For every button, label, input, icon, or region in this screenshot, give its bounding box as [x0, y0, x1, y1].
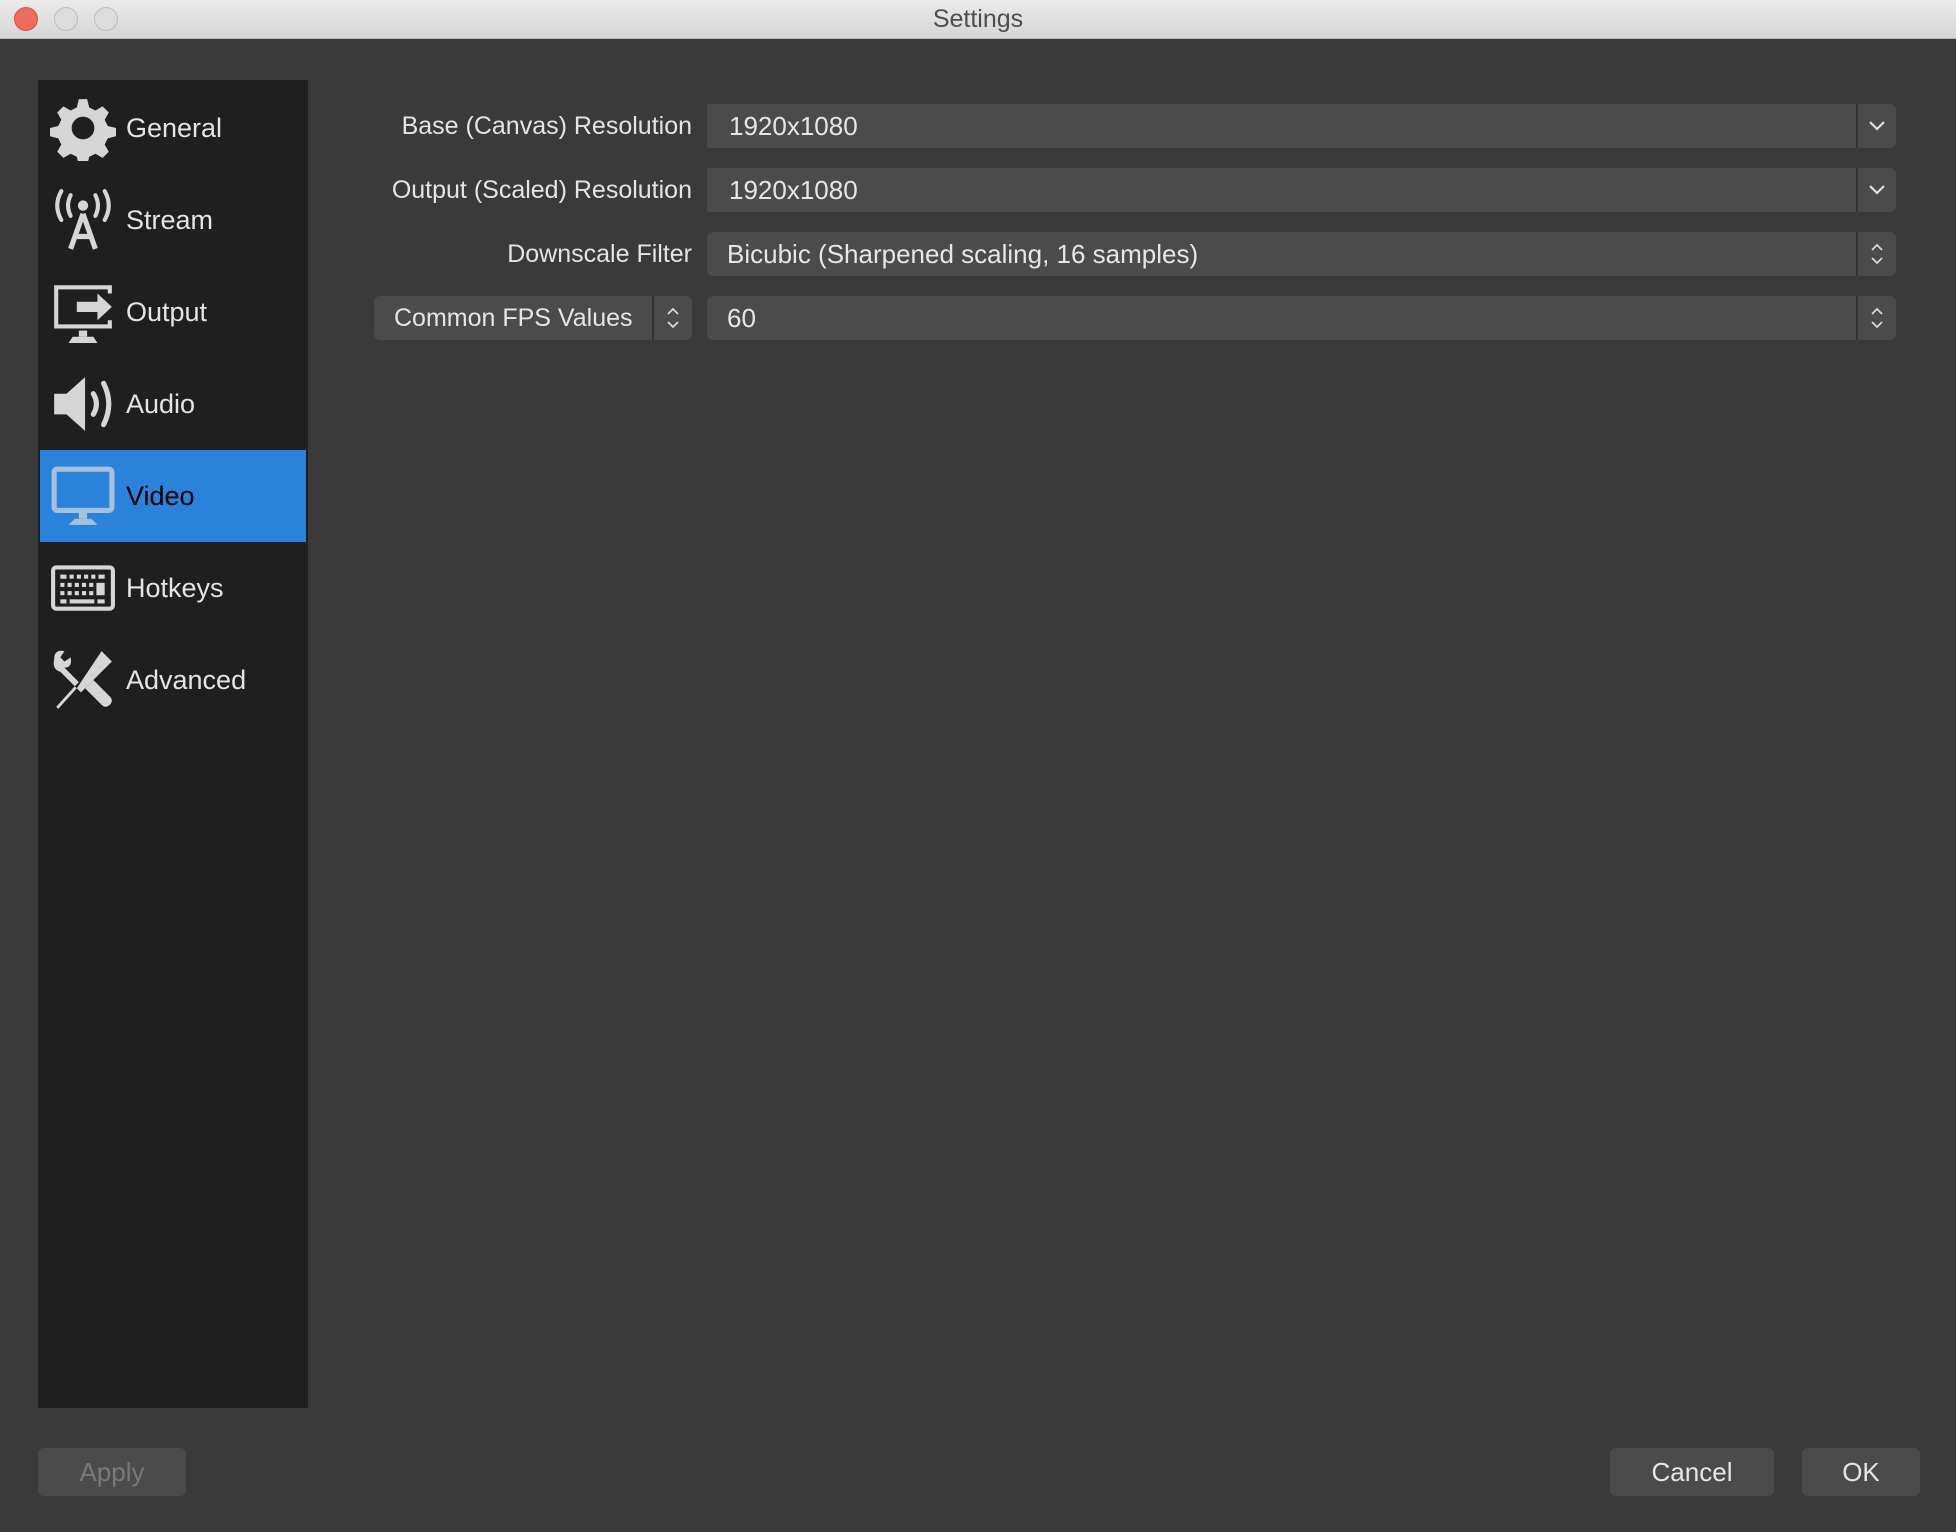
- base-resolution-dropdown-button[interactable]: [1856, 104, 1896, 148]
- keyboard-icon: [50, 555, 116, 621]
- broadcast-tower-icon: [50, 187, 116, 253]
- downscale-filter-label: Downscale Filter: [507, 240, 692, 268]
- base-resolution-combobox[interactable]: 1920x1080: [707, 104, 1896, 148]
- sidebar-item-hotkeys[interactable]: Hotkeys: [40, 542, 306, 634]
- downscale-filter-stepper[interactable]: [1856, 232, 1896, 276]
- output-resolution-dropdown-button[interactable]: [1856, 168, 1896, 212]
- apply-button[interactable]: Apply: [38, 1448, 186, 1496]
- gear-icon: [50, 95, 116, 161]
- output-resolution-value[interactable]: 1920x1080: [729, 168, 858, 212]
- output-resolution-combobox[interactable]: 1920x1080: [707, 168, 1896, 212]
- output-resolution-label: Output (Scaled) Resolution: [391, 176, 692, 204]
- sidebar-item-label: Advanced: [126, 664, 247, 695]
- sidebar-item-video[interactable]: Video: [40, 450, 306, 542]
- fps-value-select[interactable]: 60: [707, 296, 1896, 340]
- sidebar-item-stream[interactable]: Stream: [40, 174, 306, 266]
- sidebar-item-output[interactable]: Output: [40, 266, 306, 358]
- sidebar-item-label: Audio: [126, 388, 196, 419]
- cancel-button[interactable]: Cancel: [1610, 1448, 1774, 1496]
- window-title: Settings: [932, 5, 1024, 33]
- monitor-icon: [50, 463, 116, 529]
- monitor-output-icon: [50, 279, 116, 345]
- downscale-filter-select[interactable]: Bicubic (Sharpened scaling, 16 samples): [707, 232, 1896, 276]
- sidebar-item-label: Output: [126, 296, 208, 327]
- speaker-icon: [50, 371, 116, 437]
- sidebar-item-general[interactable]: General: [40, 82, 306, 174]
- sidebar-item-advanced[interactable]: Advanced: [40, 634, 306, 726]
- up-down-chevron-icon: [1871, 243, 1883, 265]
- fps-value-stepper[interactable]: [1856, 296, 1896, 340]
- sidebar-item-audio[interactable]: Audio: [40, 358, 306, 450]
- downscale-filter-value: Bicubic (Sharpened scaling, 16 samples): [727, 239, 1199, 269]
- base-resolution-label: Base (Canvas) Resolution: [401, 112, 692, 140]
- base-resolution-value[interactable]: 1920x1080: [729, 104, 858, 148]
- up-down-chevron-icon: [1871, 307, 1883, 329]
- tools-icon: [50, 647, 116, 713]
- up-down-chevron-icon: [667, 307, 679, 329]
- ok-button[interactable]: OK: [1802, 1448, 1920, 1496]
- fps-type-value: Common FPS Values: [394, 304, 633, 332]
- chevron-down-icon: [1869, 121, 1885, 131]
- chevron-down-icon: [1869, 185, 1885, 195]
- fps-value: 60: [727, 303, 756, 333]
- sidebar-item-label: Hotkeys: [126, 572, 224, 603]
- title-bar: Settings: [0, 0, 1956, 39]
- sidebar-item-label: Video: [126, 480, 195, 511]
- fps-type-select[interactable]: Common FPS Values: [374, 296, 692, 340]
- settings-sidebar: General Stream Output Audio Video Hotkey…: [38, 80, 308, 1408]
- sidebar-item-label: General: [126, 112, 223, 143]
- fps-type-stepper[interactable]: [652, 296, 692, 340]
- sidebar-item-label: Stream: [126, 204, 214, 235]
